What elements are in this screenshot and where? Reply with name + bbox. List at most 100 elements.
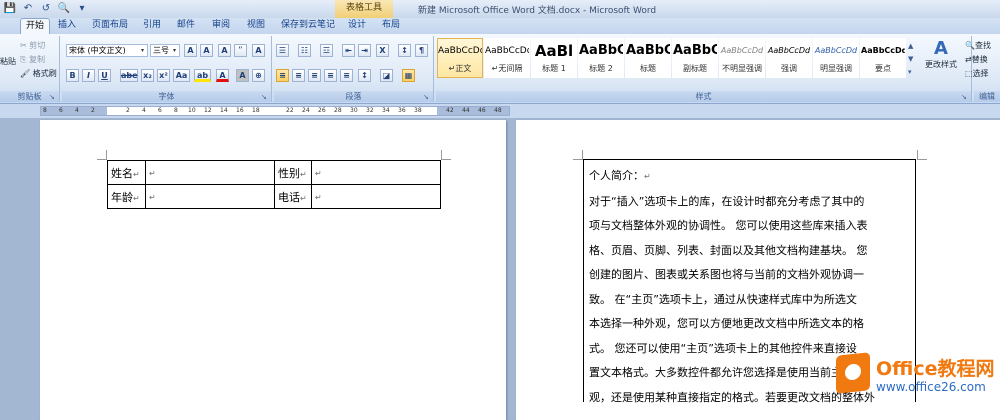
table-cell[interactable]: 姓名↵ — [107, 160, 146, 185]
dialog-launcher-icon[interactable]: ↘ — [49, 93, 57, 101]
chevron-down-icon: ▾ — [172, 47, 176, 54]
bio-line: 对于“插入”选项卡上的库，在设计时都充分考虑了其中的 — [589, 194, 865, 208]
font-color-button[interactable]: A — [216, 69, 229, 82]
select-button[interactable]: ⬚选择 — [965, 68, 989, 79]
customize-qat-icon[interactable]: ▾ — [74, 1, 90, 16]
chinese-layout-button[interactable]: X — [376, 44, 389, 57]
bio-line: 致。 在“主页”选项卡上，通过从快速样式库中为所选文 — [589, 292, 857, 306]
shading-icon: ◪ — [380, 69, 393, 82]
font-name-select[interactable]: 宋体 (中文正文) ▾ — [66, 44, 148, 57]
italic-button[interactable]: I — [82, 69, 95, 82]
subscript-button[interactable]: x₂ — [141, 69, 154, 82]
distribute-button[interactable]: ≡ — [340, 69, 353, 82]
cut-button[interactable]: ✂ 剪切 — [20, 40, 45, 51]
grow-font-button[interactable]: A — [184, 44, 197, 57]
tab-page-layout[interactable]: 页面布局 — [89, 18, 131, 34]
gallery-scroll[interactable]: ▲ ▼ ▾ — [908, 40, 918, 80]
tab-home[interactable]: 开始 — [20, 18, 50, 34]
copy-label: 复制 — [28, 55, 45, 64]
ruler-tick: 42 — [446, 107, 454, 114]
style-heading-2[interactable]: AaBbC 标题 2 — [578, 38, 624, 78]
underline-button[interactable]: U — [98, 69, 111, 82]
copy-button[interactable]: ⎘ 复制 — [20, 54, 45, 65]
font-name-value: 宋体 (中文正文) — [69, 46, 126, 55]
table-cell[interactable]: 性别↵ — [274, 160, 312, 185]
multilevel-list-button[interactable]: ☲ — [320, 44, 333, 57]
style-normal[interactable]: AaBbCcDd ↵正文 — [437, 38, 483, 78]
undo-icon[interactable]: ↶ — [20, 1, 36, 16]
char-shading-button[interactable]: A — [236, 69, 249, 82]
show-marks-button[interactable]: ¶ — [415, 44, 428, 57]
style-subtitle[interactable]: AaBbC 副标题 — [672, 38, 718, 78]
style-title[interactable]: AaBbC 标题 — [625, 38, 671, 78]
justify-button[interactable]: ≡ — [324, 69, 337, 82]
style-intense-emphasis[interactable]: AaBbCcDd 明显强调 — [813, 38, 859, 78]
ruler-tick: 16 — [236, 107, 244, 114]
char-border-button[interactable]: A — [252, 44, 265, 57]
tab-layout[interactable]: 布局 — [378, 18, 404, 34]
change-case-button[interactable]: Aa — [173, 69, 190, 82]
shading-button[interactable]: ◪ — [380, 69, 393, 82]
center-button[interactable]: ≡ — [292, 69, 305, 82]
tab-mailings[interactable]: 邮件 — [174, 18, 198, 34]
strikethrough-button[interactable]: abe — [120, 69, 138, 82]
table-cell[interactable]: ↵ — [311, 160, 441, 185]
bullets-button[interactable]: ☰ — [276, 44, 289, 57]
tab-view[interactable]: 视图 — [243, 18, 269, 34]
font-size-select[interactable]: 三号 ▾ — [150, 44, 180, 57]
change-styles-button[interactable]: A 更改样式 — [922, 38, 960, 70]
print-preview-icon[interactable]: 🔍 — [56, 1, 72, 16]
borders-button[interactable]: ▦ — [402, 69, 415, 82]
highlight-button[interactable]: ab — [194, 69, 211, 82]
style-no-spacing[interactable]: AaBbCcDd ↵无间隔 — [484, 38, 530, 78]
increase-indent-button[interactable]: ⇥ — [358, 44, 371, 57]
table-cell[interactable]: ↵ — [145, 160, 275, 185]
bold-button[interactable]: B — [66, 69, 79, 82]
find-label: 查找 — [974, 41, 991, 50]
align-right-button[interactable]: ≡ — [308, 69, 321, 82]
align-left-button[interactable]: ≡ — [276, 69, 289, 82]
style-sample: AaBbCcDd — [767, 46, 811, 55]
dialog-launcher-icon[interactable]: ↘ — [261, 93, 269, 101]
style-name: 要点 — [875, 64, 891, 73]
enclose-char-button[interactable]: ⊕ — [252, 69, 265, 82]
clear-format-icon: A — [218, 44, 231, 57]
ruler-tick: 30 — [350, 107, 358, 114]
style-name: 明显强调 — [820, 64, 852, 73]
tab-design[interactable]: 设计 — [344, 18, 370, 34]
tab-insert[interactable]: 插入 — [54, 18, 80, 34]
dialog-launcher-icon[interactable]: ↘ — [961, 93, 969, 101]
sort-button[interactable]: ↕ — [398, 44, 411, 57]
style-subtle-emphasis[interactable]: AaBbCcDd 不明显强调 — [719, 38, 765, 78]
table-cell[interactable]: 年龄↵ — [107, 184, 146, 209]
line-spacing-button[interactable]: ↕ — [358, 69, 371, 82]
format-painter-button[interactable]: 🖌 格式刷 — [20, 68, 57, 79]
shrink-font-button[interactable]: A — [200, 44, 213, 57]
borders-icon: ▦ — [402, 69, 415, 82]
save-icon[interactable]: 💾 — [2, 1, 18, 16]
redo-icon[interactable]: ↺ — [38, 1, 54, 16]
table-cell[interactable]: 电话↵ — [274, 184, 312, 209]
editing-group-label: 编辑 — [974, 91, 1000, 102]
paste-button[interactable]: 粘贴 — [0, 56, 16, 67]
info-table[interactable]: 姓名↵ ↵ 性别↵ ↵ 年龄↵ ↵ 电话↵ ↵ — [107, 160, 441, 209]
style-heading-1[interactable]: AaBl 标题 1 — [531, 38, 577, 78]
decrease-indent-button[interactable]: ⇤ — [342, 44, 355, 57]
tab-cloud-notes[interactable]: 保存到云笔记 — [280, 18, 336, 34]
crop-mark — [441, 150, 451, 160]
tab-review[interactable]: 审阅 — [208, 18, 234, 34]
table-row: 年龄↵ ↵ 电话↵ ↵ — [107, 184, 441, 209]
clear-format-button[interactable]: A — [218, 44, 231, 57]
dialog-launcher-icon[interactable]: ↘ — [423, 93, 431, 101]
style-emphasis[interactable]: AaBbCcDd 强调 — [766, 38, 812, 78]
numbering-button[interactable]: ☷ — [298, 44, 311, 57]
style-strong[interactable]: AaBbCcDd 要点 — [860, 38, 906, 78]
phonetic-guide-button[interactable]: ʺ — [234, 44, 247, 57]
table-cell[interactable]: ↵ — [311, 184, 441, 209]
horizontal-ruler[interactable]: 8 6 4 2 2 4 6 8 10 12 14 16 18 22 24 26 … — [40, 106, 510, 116]
replace-button[interactable]: ⇄替换 — [965, 54, 988, 65]
superscript-button[interactable]: x² — [157, 69, 170, 82]
tab-references[interactable]: 引用 — [140, 18, 164, 34]
find-button[interactable]: 🔍查找 — [965, 40, 991, 51]
table-cell[interactable]: ↵ — [145, 184, 275, 209]
